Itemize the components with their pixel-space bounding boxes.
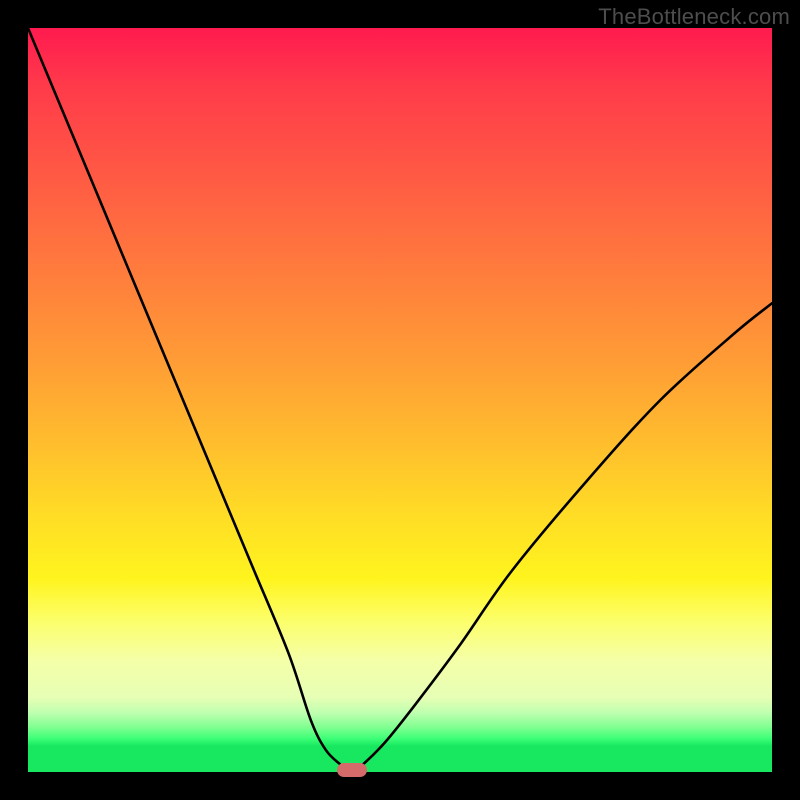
bottleneck-curve (28, 28, 772, 772)
plot-area (28, 28, 772, 772)
chart-frame: TheBottleneck.com (0, 0, 800, 800)
optimal-marker (337, 763, 367, 777)
watermark-text: TheBottleneck.com (598, 4, 790, 30)
